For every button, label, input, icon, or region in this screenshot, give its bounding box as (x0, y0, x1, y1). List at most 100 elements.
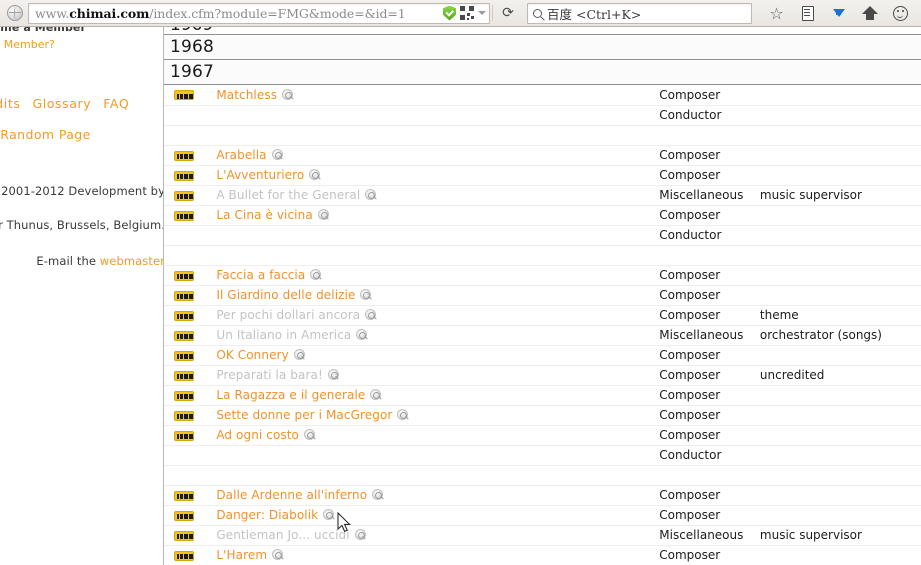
imdb-icon[interactable] (174, 210, 194, 221)
film-title-link[interactable]: A Bullet for the General (216, 188, 360, 202)
table-row: Il Giardino delle delizie Composer (164, 285, 921, 306)
imdb-icon[interactable] (174, 410, 194, 421)
note-cell (759, 225, 921, 246)
sidebar-item-glossary[interactable]: Glossary (32, 96, 91, 111)
film-title-link[interactable]: Preparati la bara! (216, 368, 323, 382)
magnifier-icon[interactable] (282, 88, 294, 100)
table-row: La Ragazza e il generale Composer (164, 385, 921, 406)
magnifier-icon[interactable] (360, 289, 372, 300)
note-cell (759, 245, 921, 266)
smiley-icon[interactable] (892, 5, 909, 22)
magnifier-icon[interactable] (293, 349, 305, 360)
imdb-icon[interactable] (174, 390, 194, 401)
sidebar-webmaster-link[interactable]: webmaster (100, 254, 163, 268)
note-cell (759, 445, 921, 466)
film-title-link[interactable]: Arabella (216, 148, 266, 162)
table-row: Danger: Diabolik Composer (164, 505, 921, 526)
magnifier-icon[interactable] (317, 209, 329, 220)
imdb-icon[interactable] (174, 550, 194, 561)
film-title-link[interactable]: Dalle Ardenne all'inferno (216, 488, 367, 502)
imdb-icon[interactable] (174, 530, 194, 541)
role-text: Composer (659, 308, 721, 322)
imdb-icon[interactable] (174, 190, 194, 201)
magnifier-icon[interactable] (310, 269, 322, 280)
magnifier-icon[interactable] (397, 409, 409, 420)
film-title-link[interactable]: OK Connery (216, 348, 288, 362)
star-icon[interactable]: ☆ (768, 5, 785, 22)
imdb-icon[interactable] (174, 510, 194, 521)
sidebar-list-link[interactable]: r List (0, 59, 163, 76)
sidebar-become-member-link[interactable]: ecome a Member? (0, 36, 163, 53)
film-title-link[interactable]: Un Italiano in America (216, 328, 351, 342)
magnifier-icon[interactable] (271, 149, 283, 160)
film-title-link[interactable]: Ad ogni costo (216, 428, 299, 442)
magnifier-icon[interactable] (323, 509, 335, 520)
imdb-icon[interactable] (174, 430, 194, 441)
film-title-link[interactable]: La Ragazza e il generale (216, 388, 365, 402)
film-title-link[interactable]: La Cina è vicina (216, 208, 312, 222)
magnifier-icon[interactable] (304, 429, 315, 440)
role-cell: Composer (659, 345, 760, 366)
role-cell: Composer (659, 505, 760, 526)
film-title-link[interactable]: Danger: Diabolik (216, 508, 318, 522)
chevron-down-icon[interactable] (478, 11, 486, 15)
role-text: Composer (659, 208, 721, 222)
library-icon[interactable] (799, 5, 816, 22)
note-text: music supervisor (759, 188, 862, 202)
note-cell (759, 425, 921, 446)
note-cell (759, 205, 921, 226)
imdb-icon[interactable] (174, 270, 194, 281)
magnifier-icon[interactable] (272, 549, 284, 560)
film-title-link[interactable]: Il Giardino delle delizie (216, 288, 355, 302)
imdb-icon[interactable] (174, 310, 194, 321)
role-cell (659, 125, 760, 146)
search-bar[interactable]: 百度 <Ctrl+K> (527, 2, 752, 24)
role-text: Composer (659, 548, 721, 562)
note-text: music supervisor (759, 528, 862, 542)
imdb-cell (164, 305, 213, 326)
magnifier-icon[interactable] (356, 329, 368, 340)
search-input[interactable]: 百度 <Ctrl+K> (547, 4, 641, 23)
magnifier-icon[interactable] (370, 389, 382, 400)
film-title-link[interactable]: L'Harem (216, 548, 267, 562)
note-cell (759, 105, 921, 126)
role-cell: Miscellaneous (659, 185, 760, 206)
magnifier-icon[interactable] (327, 369, 339, 380)
shield-icon[interactable] (443, 5, 456, 21)
role-cell: Composer (659, 205, 760, 226)
year-header-1968: 1968 (164, 35, 921, 60)
film-title-link[interactable]: L'Avventuriero (216, 168, 304, 182)
imdb-icon[interactable] (174, 370, 194, 381)
reload-button[interactable]: ⟳ (495, 3, 521, 24)
film-title-link[interactable]: Faccia a faccia (216, 268, 305, 282)
imdb-icon[interactable] (174, 170, 194, 181)
role-cell: Composer (659, 385, 760, 406)
magnifier-icon[interactable] (372, 489, 384, 500)
sidebar-random-page-link[interactable]: Random Page (0, 127, 163, 142)
film-title-link[interactable]: Sette donne per i MacGregor (216, 408, 392, 422)
note-cell (759, 485, 921, 506)
imdb-icon[interactable] (174, 330, 194, 341)
table-spacer-row (164, 245, 921, 266)
site-identity-icon[interactable] (7, 5, 23, 21)
imdb-icon[interactable] (174, 290, 194, 301)
sidebar-item-credits[interactable]: Credits (0, 96, 20, 111)
imdb-icon[interactable] (174, 150, 194, 161)
film-title-link[interactable]: Matchless (216, 88, 277, 102)
imdb-icon[interactable] (174, 350, 194, 361)
address-bar[interactable]: www.chimai.com/index.cfm?module=FMG&mode… (28, 2, 490, 24)
film-title-cell: A Bullet for the General (212, 185, 660, 206)
film-title-link[interactable]: Gentleman Jo... uccidi (216, 528, 349, 542)
qr-code-icon[interactable] (460, 6, 474, 20)
home-icon[interactable] (861, 5, 878, 22)
magnifier-icon[interactable] (309, 169, 321, 180)
download-icon[interactable] (830, 5, 847, 22)
imdb-cell (164, 165, 213, 186)
magnifier-icon[interactable] (354, 529, 366, 540)
imdb-icon[interactable] (174, 490, 194, 501)
magnifier-icon[interactable] (365, 309, 377, 320)
imdb-icon[interactable] (174, 90, 194, 101)
sidebar-item-faq[interactable]: FAQ (103, 96, 129, 111)
film-title-link[interactable]: Per pochi dollari ancora (216, 308, 360, 322)
magnifier-icon[interactable] (365, 189, 377, 200)
